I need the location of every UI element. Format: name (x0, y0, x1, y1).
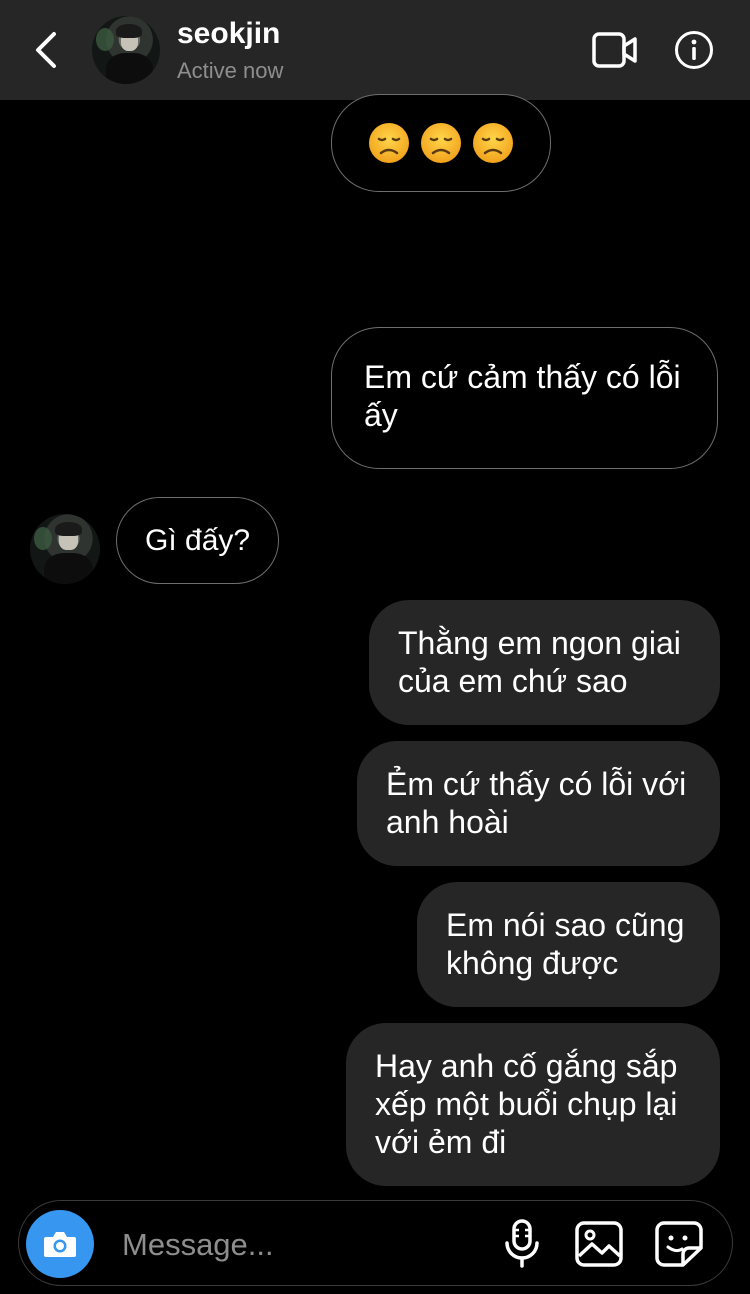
sticker-button[interactable] (654, 1220, 704, 1268)
sender-avatar[interactable] (30, 514, 100, 584)
conversation-info-button[interactable] (674, 30, 714, 70)
message-bubble-received[interactable]: Gì đấy? (116, 497, 279, 584)
info-icon (675, 31, 713, 69)
message-bubble-sent[interactable]: Thằng em ngon giai của em chứ sao (369, 600, 720, 725)
message-bubble-sent[interactable]: Ẻm cứ thấy có lỗi với anh hoài (357, 741, 720, 866)
message-bubble-emoji[interactable]: 😞😞😞 (331, 94, 551, 192)
image-icon (575, 1221, 623, 1267)
disappointed-face-emoji (368, 122, 410, 164)
message-bubble-sent[interactable]: Hay anh cố gắng sắp xếp một buổi chụp lạ… (346, 1023, 720, 1186)
microphone-icon (505, 1219, 539, 1268)
disappointed-face-emoji (472, 122, 514, 164)
chat-header: seokjin Active now (0, 0, 750, 100)
video-call-button[interactable] (590, 28, 638, 72)
back-button[interactable] (28, 28, 68, 72)
contact-avatar[interactable] (92, 16, 160, 84)
camera-button[interactable] (26, 1210, 94, 1278)
video-camera-icon (592, 32, 637, 68)
contact-name[interactable]: seokjin (177, 17, 280, 51)
message-bubble-sent[interactable]: Em cứ cảm thấy có lỗi ấy (331, 327, 718, 469)
message-input[interactable] (120, 1222, 484, 1268)
sticker-icon (655, 1221, 703, 1267)
voice-message-button[interactable] (502, 1218, 542, 1270)
active-status: Active now (177, 58, 284, 83)
camera-icon (44, 1232, 76, 1257)
disappointed-face-emoji (420, 122, 462, 164)
chevron-left-icon (36, 32, 56, 68)
gallery-button[interactable] (574, 1220, 624, 1268)
message-bubble-sent[interactable]: Em nói sao cũng không được (417, 882, 720, 1007)
